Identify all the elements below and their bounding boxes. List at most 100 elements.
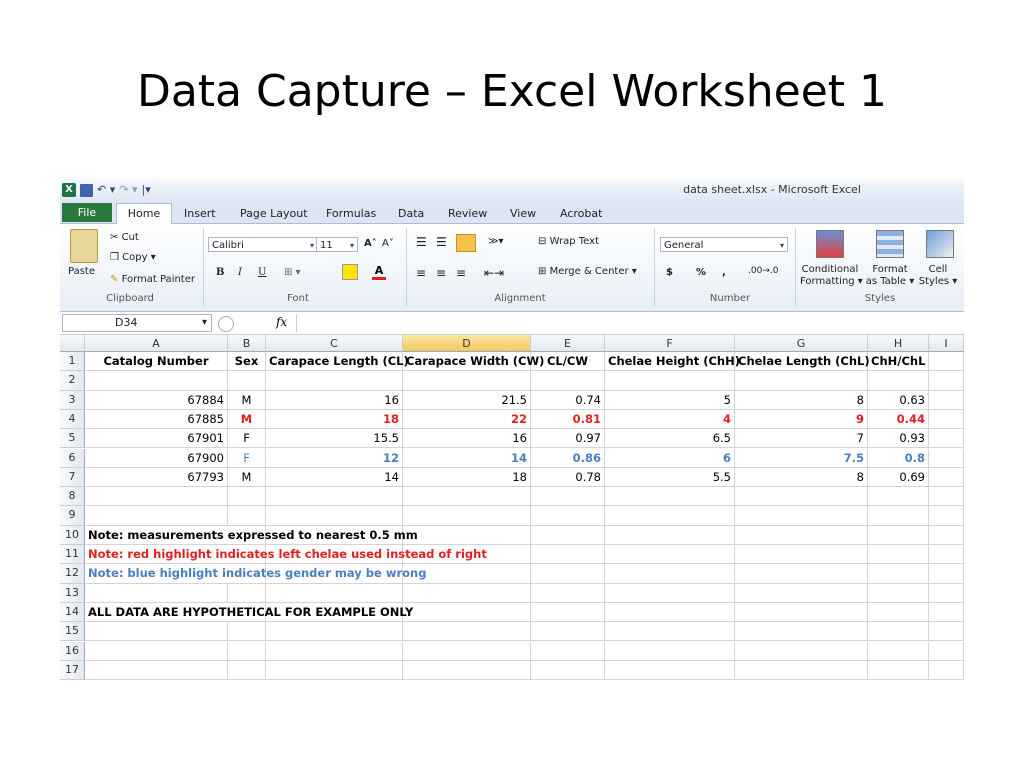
cell[interactable] [531,641,605,661]
cell[interactable] [531,487,605,507]
row-header-5[interactable]: 5 [60,429,85,449]
tab-formulas[interactable]: Formulas [326,204,376,223]
data-cell[interactable]: M [228,467,266,488]
currency-button[interactable]: $ [666,267,673,279]
cell-styles-icon[interactable] [926,230,954,258]
conditional-formatting-button[interactable]: Conditional Formatting ▾ [800,264,863,288]
data-cell[interactable]: 0.44 [868,409,929,430]
cell[interactable] [403,660,531,681]
cell[interactable] [228,622,266,642]
cell[interactable] [605,564,735,584]
orientation-icon[interactable]: ≫▾ [488,236,504,248]
data-cell[interactable]: M [228,409,266,430]
cell[interactable] [735,583,868,603]
row-header-10[interactable]: 10 [60,525,85,545]
cell[interactable] [929,429,964,449]
cell[interactable] [531,525,605,545]
cell[interactable] [868,622,929,642]
header-cell[interactable]: Chelae Height (ChH) [605,352,740,372]
cell[interactable] [929,660,964,681]
column-header-b[interactable]: B [228,335,266,352]
cell[interactable] [266,622,403,642]
cell-styles-button[interactable]: Cell Styles ▾ [918,264,958,288]
cell[interactable] [85,641,228,661]
cell[interactable] [605,641,735,661]
cell[interactable] [266,371,403,391]
data-cell[interactable]: 14 [403,448,531,468]
cell[interactable] [85,487,228,507]
data-cell[interactable]: 0.86 [531,448,605,468]
cell[interactable] [929,602,964,623]
header-cell[interactable]: Catalog Number [85,352,228,372]
column-header-g[interactable]: G [735,335,868,352]
header-cell[interactable]: Sex [228,352,266,372]
cell[interactable] [868,602,929,623]
header-cell[interactable]: Carapace Length (CL) [266,352,409,372]
format-painter-button[interactable]: ✎ Format Painter [110,274,195,286]
cell[interactable] [403,641,531,661]
cell[interactable] [929,390,964,410]
align-center-icon[interactable]: ≡ [436,267,446,279]
cell[interactable] [929,448,964,468]
cell[interactable] [929,545,964,565]
cell[interactable] [266,660,403,681]
number-format-dropdown[interactable]: General ▾ [660,237,788,252]
font-color-icon[interactable]: A [372,265,386,280]
tab-view[interactable]: View [510,204,536,223]
column-header-c[interactable]: C [266,335,403,352]
cell[interactable] [735,641,868,661]
data-cell[interactable]: 67900 [85,448,228,468]
data-cell[interactable]: F [228,448,266,468]
insert-function-icon[interactable]: fx [276,315,287,329]
grow-font-button[interactable]: A˄ [364,238,377,250]
format-as-table-icon[interactable] [876,230,904,258]
data-cell[interactable]: 0.93 [868,429,929,449]
column-header-i[interactable]: I [929,335,964,352]
row-header-9[interactable]: 9 [60,506,85,526]
data-cell[interactable]: 6 [605,448,735,468]
data-cell[interactable]: 67885 [85,409,228,430]
font-name-dropdown[interactable]: Calibri ▾ [208,237,318,252]
cell[interactable] [929,525,964,545]
data-cell[interactable]: 16 [266,390,403,410]
tab-home[interactable]: Home [116,203,172,225]
cell[interactable] [868,545,929,565]
cell[interactable] [531,371,605,391]
cell[interactable] [929,583,964,603]
cell[interactable] [403,525,531,545]
tab-acrobat[interactable]: Acrobat [560,204,602,223]
data-cell[interactable]: 4 [605,409,735,430]
note-cell[interactable]: Note: measurements expressed to nearest … [85,526,418,545]
cell[interactable] [929,352,964,372]
cell[interactable] [266,583,403,603]
column-header-h[interactable]: H [868,335,929,352]
formula-input[interactable] [296,314,964,332]
cell[interactable] [929,506,964,526]
data-cell[interactable]: 18 [403,467,531,488]
percent-button[interactable]: % [696,267,706,279]
tab-page-layout[interactable]: Page Layout [240,204,308,223]
data-cell[interactable]: 7 [735,429,868,449]
row-header-15[interactable]: 15 [60,622,85,642]
note-cell[interactable]: ALL DATA ARE HYPOTHETICAL FOR EXAMPLE ON… [85,603,413,623]
cell[interactable] [403,583,531,603]
cell[interactable] [85,371,228,391]
cell[interactable] [735,487,868,507]
cell[interactable] [228,506,266,526]
note-cell[interactable]: Note: blue highlight indicates gender ma… [85,564,426,584]
cell[interactable] [228,660,266,681]
underline-button[interactable]: U [258,267,266,279]
tab-file[interactable]: File [62,203,112,222]
row-header-17[interactable]: 17 [60,660,85,681]
cell[interactable] [228,583,266,603]
cell[interactable] [531,660,605,681]
cell[interactable] [605,622,735,642]
cell[interactable] [605,487,735,507]
data-cell[interactable]: 15.5 [266,429,403,449]
select-all-corner[interactable] [60,335,85,352]
data-cell[interactable]: 6.5 [605,429,735,449]
merge-center-button[interactable]: ⊞ Merge & Center ▾ [538,266,637,278]
cell[interactable] [605,545,735,565]
cell[interactable] [605,583,735,603]
cell[interactable] [868,371,929,391]
